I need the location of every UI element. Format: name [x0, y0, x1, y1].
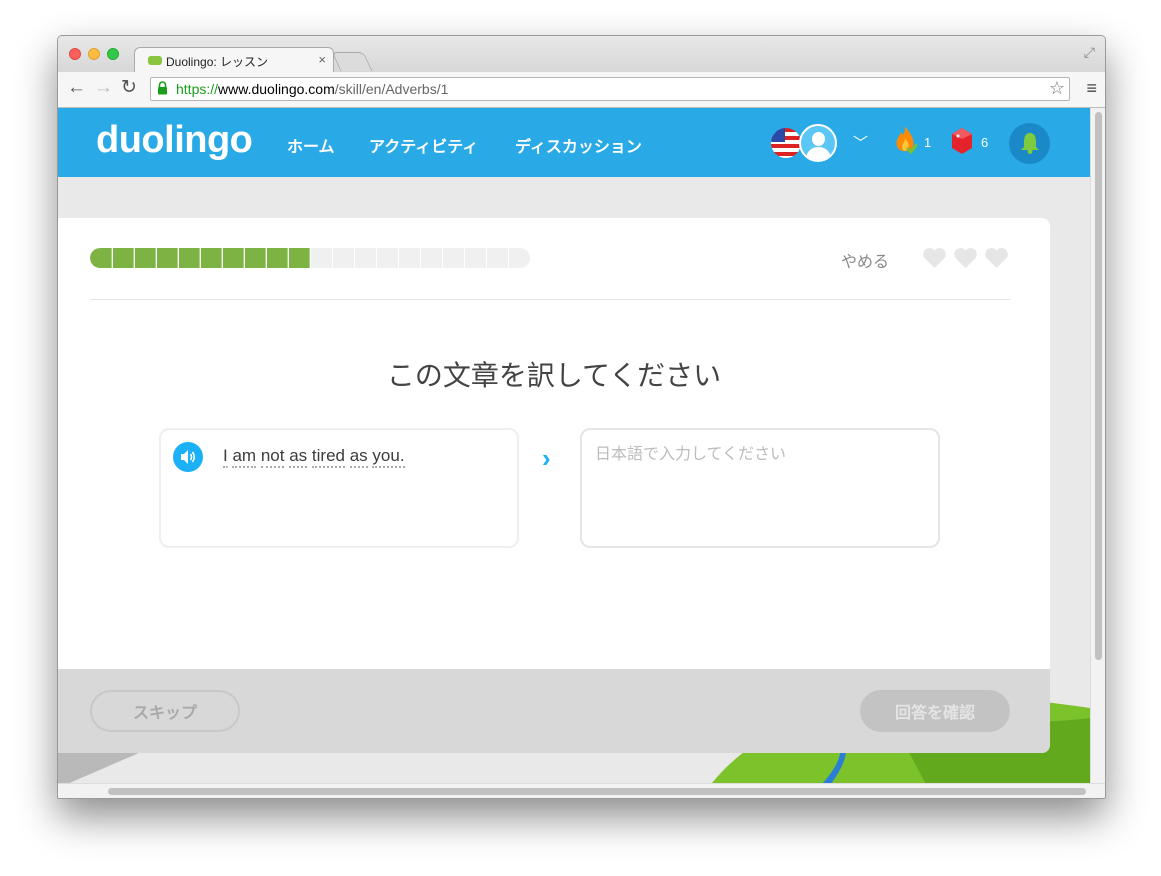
bell-icon: [1021, 133, 1039, 154]
nav-home[interactable]: ホーム: [287, 133, 335, 157]
progress-bar: [90, 248, 530, 268]
source-sentence-box: I am not as tired as you.: [159, 428, 519, 548]
sentence-word[interactable]: as: [349, 446, 368, 468]
progress-segment: [178, 248, 179, 268]
back-icon[interactable]: ←: [67, 78, 86, 98]
streak-count: 1: [924, 135, 932, 150]
new-tab-button[interactable]: [331, 52, 373, 71]
star-icon[interactable]: ☆: [1049, 78, 1065, 99]
tab-strip: Duolingo: レッスン × ⤢: [58, 36, 1105, 74]
sentence-word[interactable]: am: [232, 446, 257, 468]
nav-activity[interactable]: アクティビティ: [369, 133, 478, 157]
heart-icon: [954, 248, 977, 268]
skip-button[interactable]: スキップ: [90, 690, 240, 732]
tab-close-icon[interactable]: ×: [318, 52, 326, 67]
lesson-footer: スキップ 回答を確認: [58, 669, 1050, 753]
progress-segment: [332, 248, 333, 268]
speaker-icon: [181, 450, 196, 464]
browser-window: Duolingo: レッスン × ⤢ ← → ↻ https://www.duo…: [57, 35, 1106, 799]
progress-segment: [398, 248, 399, 268]
browser-toolbar: ← → ↻ https://www.duolingo.com/skill/en/…: [58, 72, 1105, 108]
site-header: duolingo ホーム アクティビティ ディスカッション ﹀ 1 6: [58, 108, 1090, 177]
lesson-card: やめる この文章を訳してください I am not as tired as yo…: [58, 218, 1050, 753]
favicon-icon: [148, 56, 162, 65]
progress-segment: [508, 248, 509, 268]
progress-segment: [376, 248, 377, 268]
forward-icon[interactable]: →: [94, 78, 113, 98]
progress-segment: [200, 248, 201, 268]
progress-segment: [354, 248, 355, 268]
vertical-scrollbar[interactable]: [1090, 108, 1105, 783]
notifications-button[interactable]: [1009, 123, 1050, 164]
fullscreen-icon[interactable]: ⤢: [1084, 44, 1095, 61]
play-audio-button[interactable]: [173, 442, 203, 472]
tab-title: Duolingo: レッスン: [166, 55, 269, 69]
progress-segment: [112, 248, 113, 268]
heart-icon: [985, 248, 1008, 268]
flag-icon[interactable]: [771, 128, 801, 158]
vertical-scrollbar-thumb[interactable]: [1095, 112, 1102, 660]
duolingo-logo[interactable]: duolingo: [96, 119, 253, 162]
avatar-icon[interactable]: [799, 124, 837, 162]
address-bar[interactable]: https://www.duolingo.com/skill/en/Adverb…: [150, 77, 1070, 101]
sentence-word[interactable]: as: [289, 446, 308, 468]
check-answer-button[interactable]: 回答を確認: [860, 690, 1010, 732]
sentence-word[interactable]: I: [223, 446, 228, 468]
window-minimize-button[interactable]: [88, 48, 100, 60]
sentence-word[interactable]: you.: [372, 446, 405, 468]
quit-link[interactable]: やめる: [841, 248, 889, 272]
progress-segment: [310, 248, 311, 268]
menu-icon[interactable]: ≡: [1086, 78, 1097, 99]
streak-icon[interactable]: [893, 125, 917, 155]
browser-tab[interactable]: Duolingo: レッスン ×: [134, 47, 334, 74]
horizontal-scrollbar-thumb[interactable]: [108, 788, 1086, 795]
progress-segment: [486, 248, 487, 268]
progress-segment: [288, 248, 289, 268]
progress-segment: [156, 248, 157, 268]
progress-segment: [420, 248, 421, 268]
horizontal-scrollbar[interactable]: [58, 783, 1105, 798]
hearts: [922, 247, 1015, 274]
progress-segment: [266, 248, 267, 268]
progress-segment: [244, 248, 245, 268]
window-close-button[interactable]: [69, 48, 81, 60]
nav-discussion[interactable]: ディスカッション: [515, 133, 642, 157]
progress-segment: [464, 248, 465, 268]
source-sentence: I am not as tired as you.: [223, 446, 405, 468]
reload-icon[interactable]: ↻: [121, 78, 137, 98]
lock-icon: [158, 81, 167, 95]
arrow-icon: ›: [542, 443, 551, 473]
sentence-word[interactable]: tired: [311, 446, 345, 468]
gem-icon[interactable]: [951, 127, 973, 155]
url-text: https://www.duolingo.com/skill/en/Adverb…: [176, 81, 449, 97]
answer-input[interactable]: [580, 428, 940, 548]
progress-segment: [442, 248, 443, 268]
chevron-down-icon[interactable]: ﹀: [853, 132, 868, 153]
window-zoom-button[interactable]: [107, 48, 119, 60]
progress-segment: [222, 248, 223, 268]
divider: [90, 299, 1010, 300]
gem-count: 6: [981, 135, 989, 150]
sentence-word[interactable]: not: [260, 446, 285, 468]
heart-icon: [923, 248, 946, 268]
progress-segment: [134, 248, 135, 268]
challenge-prompt: この文章を訳してください: [386, 360, 722, 391]
page-viewport: duolingo ホーム アクティビティ ディスカッション ﹀ 1 6 やめる …: [58, 108, 1090, 783]
